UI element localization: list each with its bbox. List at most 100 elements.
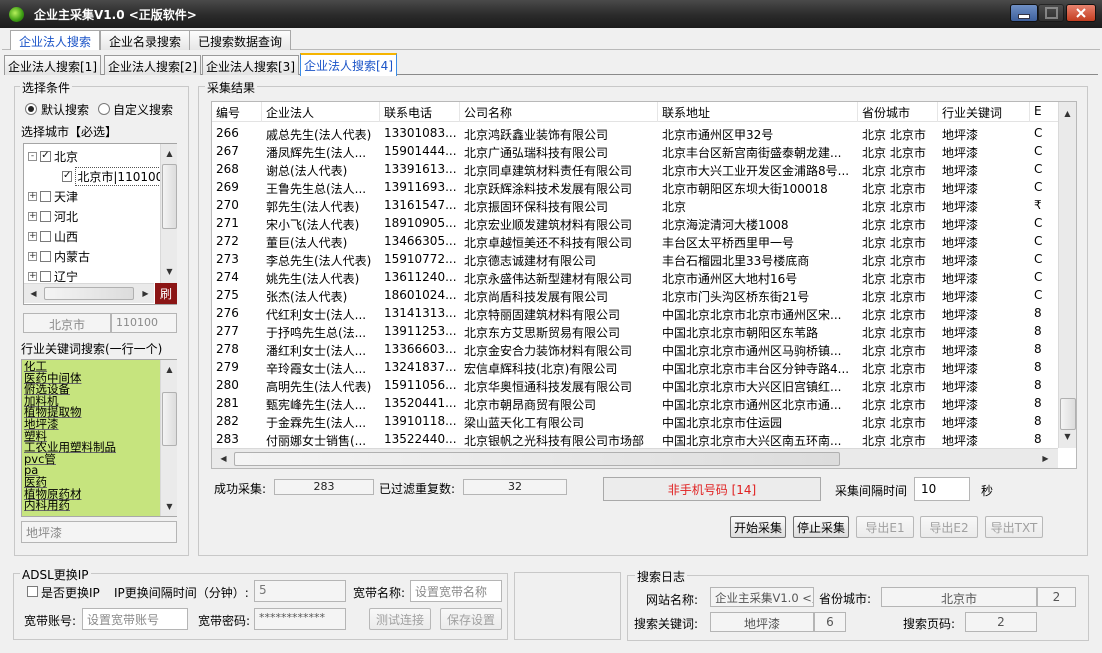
city-tree[interactable]: - 北京北京市|110100 + 天津 + 河北 + 山西 + 内蒙古 + 辽宁 ▲ ▼ ◀ ▶ 刷 <box>23 143 177 305</box>
city-tree-node[interactable]: + 天津 <box>28 186 160 206</box>
results-vscroll[interactable]: ▲ ▼ <box>1058 102 1076 448</box>
broadband-account-input[interactable]: 设置宽带账号 <box>82 608 188 630</box>
change-ip-checkbox[interactable] <box>27 586 38 597</box>
city-tree-node[interactable]: + 河北 <box>28 206 160 226</box>
scroll-thumb[interactable] <box>162 164 177 229</box>
city-checkbox[interactable] <box>40 150 51 162</box>
start-collect-button[interactable]: 开始采集 <box>730 516 786 538</box>
column-header[interactable]: 行业关键词 <box>938 102 1030 122</box>
save-settings-button[interactable]: 保存设置 <box>440 608 502 630</box>
table-row[interactable]: 272 董巨(法人代表) 13466305... 北京卓越恒美还不科技有限公司 丰台区太… <box>212 233 1058 251</box>
city-tree-node[interactable]: + 内蒙古 <box>28 246 160 266</box>
scroll-up-arrow-icon[interactable]: ▲ <box>162 362 177 377</box>
minimize-button[interactable] <box>1010 4 1038 22</box>
broadband-password-input[interactable]: ************ <box>254 608 346 630</box>
city-checkbox[interactable] <box>62 170 73 182</box>
subtab-search-1[interactable]: 企业法人搜索[1] <box>4 55 101 75</box>
close-button[interactable] <box>1066 4 1096 22</box>
scroll-left-arrow-icon[interactable]: ◀ <box>216 451 231 466</box>
table-row[interactable]: 280 高明先生(法人代表) 15911056... 北京华奥恒通科技发展有限公司 中国… <box>212 377 1058 395</box>
table-cell: 代红利女士(法人... <box>266 308 367 322</box>
export-e1-button[interactable]: 导出E1 <box>856 516 914 538</box>
interval-input[interactable]: 10 <box>914 477 970 501</box>
keyword-textarea[interactable]: 化工 医药中间体 俯选设备 加料机 植物提取物 地坪漆 塑料 工农业用塑料制品 pvc管 pa 医药… <box>21 359 177 517</box>
expand-icon[interactable]: + <box>28 211 37 221</box>
column-header[interactable]: 公司名称 <box>460 102 658 122</box>
table-row[interactable]: 271 宋小飞(法人代表) 18910905... 北京宏业顺发建筑材料有限公司 北京海… <box>212 215 1058 233</box>
table-row[interactable]: 274 姚先生(法人代表) 13611240... 北京永盛伟达新型建材有限公司 北京市… <box>212 269 1058 287</box>
custom-search-radio[interactable] <box>98 103 110 115</box>
table-row[interactable]: 273 李总先生(法人代表) 15910772... 北京德志诚建材有限公司 丰台石榴园… <box>212 251 1058 269</box>
expand-icon[interactable]: + <box>28 191 37 201</box>
results-grid[interactable]: 编号 企业法人 联系电话 公司名称 联系地址 省份城市 行业关键词 E 266 戚总先生(法人代… <box>211 101 1077 469</box>
test-connection-button[interactable]: 测试连接 <box>369 608 431 630</box>
column-header[interactable]: 企业法人 <box>262 102 380 122</box>
expand-icon[interactable]: + <box>28 251 37 261</box>
column-header[interactable]: 联系电话 <box>380 102 460 122</box>
subtab-search-3[interactable]: 企业法人搜索[3] <box>202 55 299 75</box>
scroll-down-arrow-icon[interactable]: ▼ <box>162 264 177 279</box>
scroll-thumb[interactable] <box>1060 398 1076 430</box>
hscroll-thumb[interactable] <box>234 452 840 466</box>
table-cell: 13466305... <box>384 234 457 248</box>
table-row[interactable]: 278 潘红利女士(法人... 13366603... 北京金安合力装饰材料有限公司 中… <box>212 341 1058 359</box>
hscroll-thumb[interactable] <box>44 287 134 300</box>
table-row[interactable]: 275 张杰(法人代表) 18601024... 北京尚盾科技发展有限公司 北京市门头沟… <box>212 287 1058 305</box>
city-checkbox[interactable] <box>40 230 51 242</box>
table-row[interactable]: 269 王鲁先生总(法人... 13911693... 北京跃辉涂料技术发展有限公司 北… <box>212 179 1058 197</box>
scroll-down-arrow-icon[interactable]: ▼ <box>162 499 177 514</box>
city-checkbox[interactable] <box>40 270 51 282</box>
scroll-left-arrow-icon[interactable]: ◀ <box>26 286 41 301</box>
export-e2-button[interactable]: 导出E2 <box>920 516 978 538</box>
table-row[interactable]: 282 于金霖先生(法人... 13910118... 梁山蓝天化工有限公司 中国北京北… <box>212 413 1058 431</box>
table-row[interactable]: 268 谢总(法人代表) 13391613... 北京同卓建筑材料责任有限公司 北京市大… <box>212 161 1058 179</box>
collapse-icon[interactable]: - <box>28 151 37 161</box>
city-tree-node[interactable]: + 辽宁 <box>28 266 160 284</box>
broadband-name-input[interactable]: 设置宽带名称 <box>410 580 502 602</box>
city-tree-node[interactable]: - 北京 <box>28 146 160 166</box>
table-row[interactable]: 266 戚总先生(法人代表) 13301083... 北京鸿跃鑫业装饰有限公司 北京市通… <box>212 125 1058 143</box>
scroll-thumb[interactable] <box>162 392 177 446</box>
city-tree-hscroll[interactable]: ◀ ▶ <box>24 283 154 303</box>
table-row[interactable]: 277 于抒鸣先生总(法... 13911253... 北京东方艾思斯贸易有限公司 中国… <box>212 323 1058 341</box>
ip-interval-input[interactable]: 5 <box>254 580 346 602</box>
table-row[interactable]: 281 甄宪峰先生(法人... 13520441... 北京市朝昂商贸有限公司 中国北京… <box>212 395 1058 413</box>
scroll-up-arrow-icon[interactable]: ▲ <box>162 146 177 161</box>
tab-legal-person-search[interactable]: 企业法人搜索 <box>10 30 101 50</box>
expand-icon[interactable]: + <box>28 231 37 241</box>
subtab-search-2[interactable]: 企业法人搜索[2] <box>104 55 201 75</box>
table-cell: 地坪漆 <box>942 290 979 304</box>
city-tree-node[interactable]: + 山西 <box>28 226 160 246</box>
subtab-search-4[interactable]: 企业法人搜索[4] <box>300 53 397 76</box>
scroll-right-arrow-icon[interactable]: ▶ <box>1038 451 1053 466</box>
city-tree-vscroll[interactable]: ▲ ▼ <box>160 144 177 283</box>
stop-collect-button[interactable]: 停止采集 <box>793 516 849 538</box>
table-cell: 北京 北京市 <box>862 380 926 394</box>
table-row[interactable]: 279 辛玲霞女士(法人... 13241837... 宏信卓辉科技(北京)有限公司 中… <box>212 359 1058 377</box>
table-row[interactable]: 267 潘凤辉先生(法人... 15901444... 北京广通弘瑞科技有限公司 北京丰… <box>212 143 1058 161</box>
city-checkbox[interactable] <box>40 190 51 202</box>
scroll-up-arrow-icon[interactable]: ▲ <box>1060 106 1075 121</box>
maximize-button[interactable] <box>1038 4 1064 22</box>
keyword-input[interactable]: 地坪漆 <box>21 521 177 543</box>
table-row[interactable]: 270 郭先生(法人代表) 13161547... 北京振固环保科技有限公司 北京 北京 … <box>212 197 1058 215</box>
tab-directory-search[interactable]: 企业名录搜索 <box>100 30 191 50</box>
refresh-button[interactable]: 刷 <box>155 283 177 304</box>
city-checkbox[interactable] <box>40 250 51 262</box>
city-tree-node[interactable]: 北京市|110100 <box>28 166 160 186</box>
column-header[interactable]: 省份城市 <box>858 102 938 122</box>
expand-icon[interactable]: + <box>28 271 37 281</box>
default-search-radio[interactable] <box>25 103 37 115</box>
column-header[interactable]: 联系地址 <box>658 102 858 122</box>
results-hscroll[interactable]: ◀ ▶ <box>212 448 1058 468</box>
city-checkbox[interactable] <box>40 210 51 222</box>
scroll-down-arrow-icon[interactable]: ▼ <box>1060 429 1075 444</box>
tab-searched-data-query[interactable]: 已搜索数据查询 <box>189 30 292 50</box>
table-row[interactable]: 276 代红利女士(法人... 13141313... 北京特丽固建筑材料有限公司 中国… <box>212 305 1058 323</box>
scroll-right-arrow-icon[interactable]: ▶ <box>138 286 153 301</box>
keyword-vscroll[interactable]: ▲ ▼ <box>160 360 177 516</box>
column-header[interactable]: 编号 <box>212 102 262 122</box>
column-header[interactable]: E <box>1030 102 1058 122</box>
table-row[interactable]: 283 付丽娜女士销售(... 13522440... 北京银帆之光科技有限公司市场部… <box>212 431 1058 448</box>
export-txt-button[interactable]: 导出TXT <box>985 516 1043 538</box>
